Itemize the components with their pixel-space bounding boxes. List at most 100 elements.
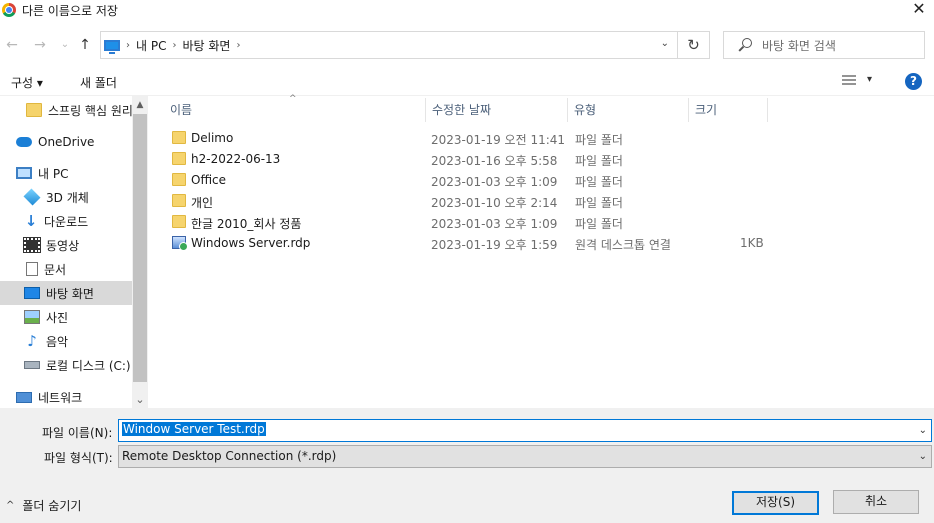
sidebar-item-local-disk[interactable]: 로컬 디스크 (C:)	[0, 353, 132, 377]
sidebar-item-desktop[interactable]: 바탕 화면	[0, 281, 132, 305]
address-bar[interactable]: › 내 PC › 바탕 화면 › ⌄	[100, 31, 678, 59]
search-placeholder: 바탕 화면 검색	[762, 38, 836, 53]
file-type: 파일 폴더	[575, 133, 623, 147]
disk-icon	[24, 361, 40, 369]
file-row[interactable]: 한글 2010_회사 정품 2023-01-03 오후 1:09 파일 폴더	[164, 212, 784, 233]
window-title: 다른 이름으로 저장	[22, 3, 118, 18]
sidebar-item-network[interactable]: 네트워크	[0, 385, 132, 408]
desktop-icon	[24, 287, 40, 299]
sidebar-item-music[interactable]: ♪ 음악	[0, 329, 132, 353]
cancel-button[interactable]: 취소	[833, 490, 919, 514]
toolbar: 구성 ▾ 새 폴더 ▾ ?	[0, 66, 934, 96]
hide-folders-toggle[interactable]: ^ 폴더 숨기기	[6, 497, 81, 514]
search-input[interactable]: 바탕 화면 검색	[723, 31, 925, 59]
file-date: 2023-01-19 오전 11:41	[431, 133, 566, 147]
help-icon[interactable]: ?	[905, 73, 922, 90]
title-bar: 다른 이름으로 저장 ✕	[0, 0, 934, 20]
filetype-value: Remote Desktop Connection (*.rdp)	[122, 449, 337, 463]
file-type: 파일 폴더	[575, 154, 623, 168]
sidebar-item-label: 음악	[46, 334, 69, 349]
breadcrumb-separator: ›	[126, 39, 130, 51]
file-row[interactable]: 개인 2023-01-10 오후 2:14 파일 폴더	[164, 191, 784, 212]
sidebar-item-my-pc[interactable]: 내 PC	[0, 161, 132, 185]
refresh-button[interactable]: ↻	[678, 31, 710, 59]
file-date: 2023-01-10 오후 2:14	[431, 196, 558, 210]
filename-field[interactable]: Window Server Test.rdp ⌄	[118, 419, 932, 442]
column-header-date[interactable]: 수정한 날짜	[426, 98, 568, 122]
file-name: Office	[191, 173, 227, 187]
sidebar-item-label: 다운로드	[44, 214, 89, 229]
chrome-icon	[2, 3, 16, 17]
sidebar-item-label: 네트워크	[38, 390, 83, 405]
chevron-down-icon[interactable]: ▾	[867, 74, 872, 85]
scrollbar-thumb[interactable]	[133, 114, 147, 382]
sidebar-item-label: 3D 개체	[46, 190, 89, 205]
folder-icon	[172, 215, 186, 228]
chevron-down-icon[interactable]: ⌄	[919, 451, 927, 462]
sidebar-item-3d-objects[interactable]: 3D 개체	[0, 185, 132, 209]
file-type: 파일 폴더	[575, 217, 623, 231]
file-type: 파일 폴더	[575, 196, 623, 210]
chevron-down-icon[interactable]: ⌄	[919, 425, 927, 436]
sidebar-item-label: 사진	[46, 310, 69, 325]
file-name: h2-2022-06-13	[191, 152, 281, 166]
up-arrow-icon[interactable]: ↑	[77, 36, 93, 54]
filetype-label: 파일 형식(T):	[44, 451, 113, 465]
sidebar-item-downloads[interactable]: ↓ 다운로드	[0, 209, 132, 233]
search-icon	[738, 38, 752, 52]
view-options-icon[interactable]	[842, 75, 856, 87]
back-arrow-icon[interactable]: ←	[4, 36, 20, 54]
file-date: 2023-01-03 오후 1:09	[431, 217, 558, 231]
file-name: 한글 2010_회사 정품	[191, 217, 302, 231]
sidebar-item-label: 문서	[44, 262, 67, 277]
sidebar-item-label: 스프링 핵심 원리	[48, 103, 132, 118]
scroll-up-icon[interactable]: ▲	[132, 100, 148, 110]
picture-icon	[24, 310, 40, 324]
document-icon	[26, 262, 38, 276]
network-icon	[16, 391, 32, 403]
new-folder-button[interactable]: 새 폴더	[80, 74, 117, 91]
file-name: 개인	[191, 196, 214, 210]
sidebar-item-videos[interactable]: 동영상	[0, 233, 132, 257]
filetype-select[interactable]: Remote Desktop Connection (*.rdp) ⌄	[118, 445, 932, 468]
folder-icon	[172, 152, 186, 165]
sidebar-item-label: 동영상	[46, 238, 80, 253]
folder-icon	[172, 173, 186, 186]
sidebar-item-label: 바탕 화면	[46, 286, 94, 301]
file-row[interactable]: Windows Server.rdp 2023-01-19 오후 1:59 원격…	[164, 233, 784, 254]
column-header-name[interactable]: 이름	[164, 98, 426, 122]
file-row[interactable]: h2-2022-06-13 2023-01-16 오후 5:58 파일 폴더	[164, 149, 784, 170]
sidebar-item-spring[interactable]: 스프링 핵심 원리	[0, 98, 132, 122]
chevron-down-icon[interactable]: ⌄	[661, 38, 669, 49]
sidebar-item-documents[interactable]: 문서	[0, 257, 132, 281]
3d-objects-icon	[23, 188, 41, 206]
sidebar-item-label: 로컬 디스크 (C:)	[46, 358, 131, 373]
sidebar-item-label: 내 PC	[38, 166, 69, 181]
column-header-type[interactable]: 유형	[568, 98, 689, 122]
sidebar-scrollbar[interactable]: ▲ ⌄	[132, 96, 148, 408]
breadcrumb-item-desktop[interactable]: 바탕 화면	[182, 37, 230, 54]
forward-arrow-icon[interactable]: →	[32, 36, 48, 54]
navigation-pane: 스프링 핵심 원리 OneDrive 내 PC 3D 개체 ↓ 다운로드 동영상…	[0, 96, 148, 408]
breadcrumb-item-my-pc[interactable]: 내 PC	[136, 37, 166, 54]
hide-folders-label: 폴더 숨기기	[22, 499, 82, 513]
sidebar-item-pictures[interactable]: 사진	[0, 305, 132, 329]
scroll-down-icon[interactable]: ⌄	[132, 393, 148, 406]
sidebar-item-label: OneDrive	[38, 135, 95, 149]
column-header-size[interactable]: 크기	[689, 98, 768, 122]
file-row[interactable]: Delimo 2023-01-19 오전 11:41 파일 폴더	[164, 128, 784, 149]
download-icon: ↓	[24, 212, 38, 230]
recent-locations-icon[interactable]: ⌄	[57, 36, 73, 54]
organize-button[interactable]: 구성 ▾	[11, 74, 43, 91]
file-name: Delimo	[191, 131, 234, 145]
save-button[interactable]: 저장(S)	[732, 491, 819, 515]
folder-icon	[172, 194, 186, 207]
chevron-up-icon: ^	[6, 500, 15, 511]
file-row[interactable]: Office 2023-01-03 오후 1:09 파일 폴더	[164, 170, 784, 191]
navigation-bar: ← → ⌄ ↑ › 내 PC › 바탕 화면 › ⌄ ↻ 바탕 화면 검색	[0, 28, 934, 62]
close-icon[interactable]: ✕	[910, 0, 928, 18]
video-icon	[23, 237, 41, 253]
sidebar-item-onedrive[interactable]: OneDrive	[0, 130, 132, 154]
pc-icon	[16, 167, 32, 179]
pc-icon	[104, 39, 120, 54]
